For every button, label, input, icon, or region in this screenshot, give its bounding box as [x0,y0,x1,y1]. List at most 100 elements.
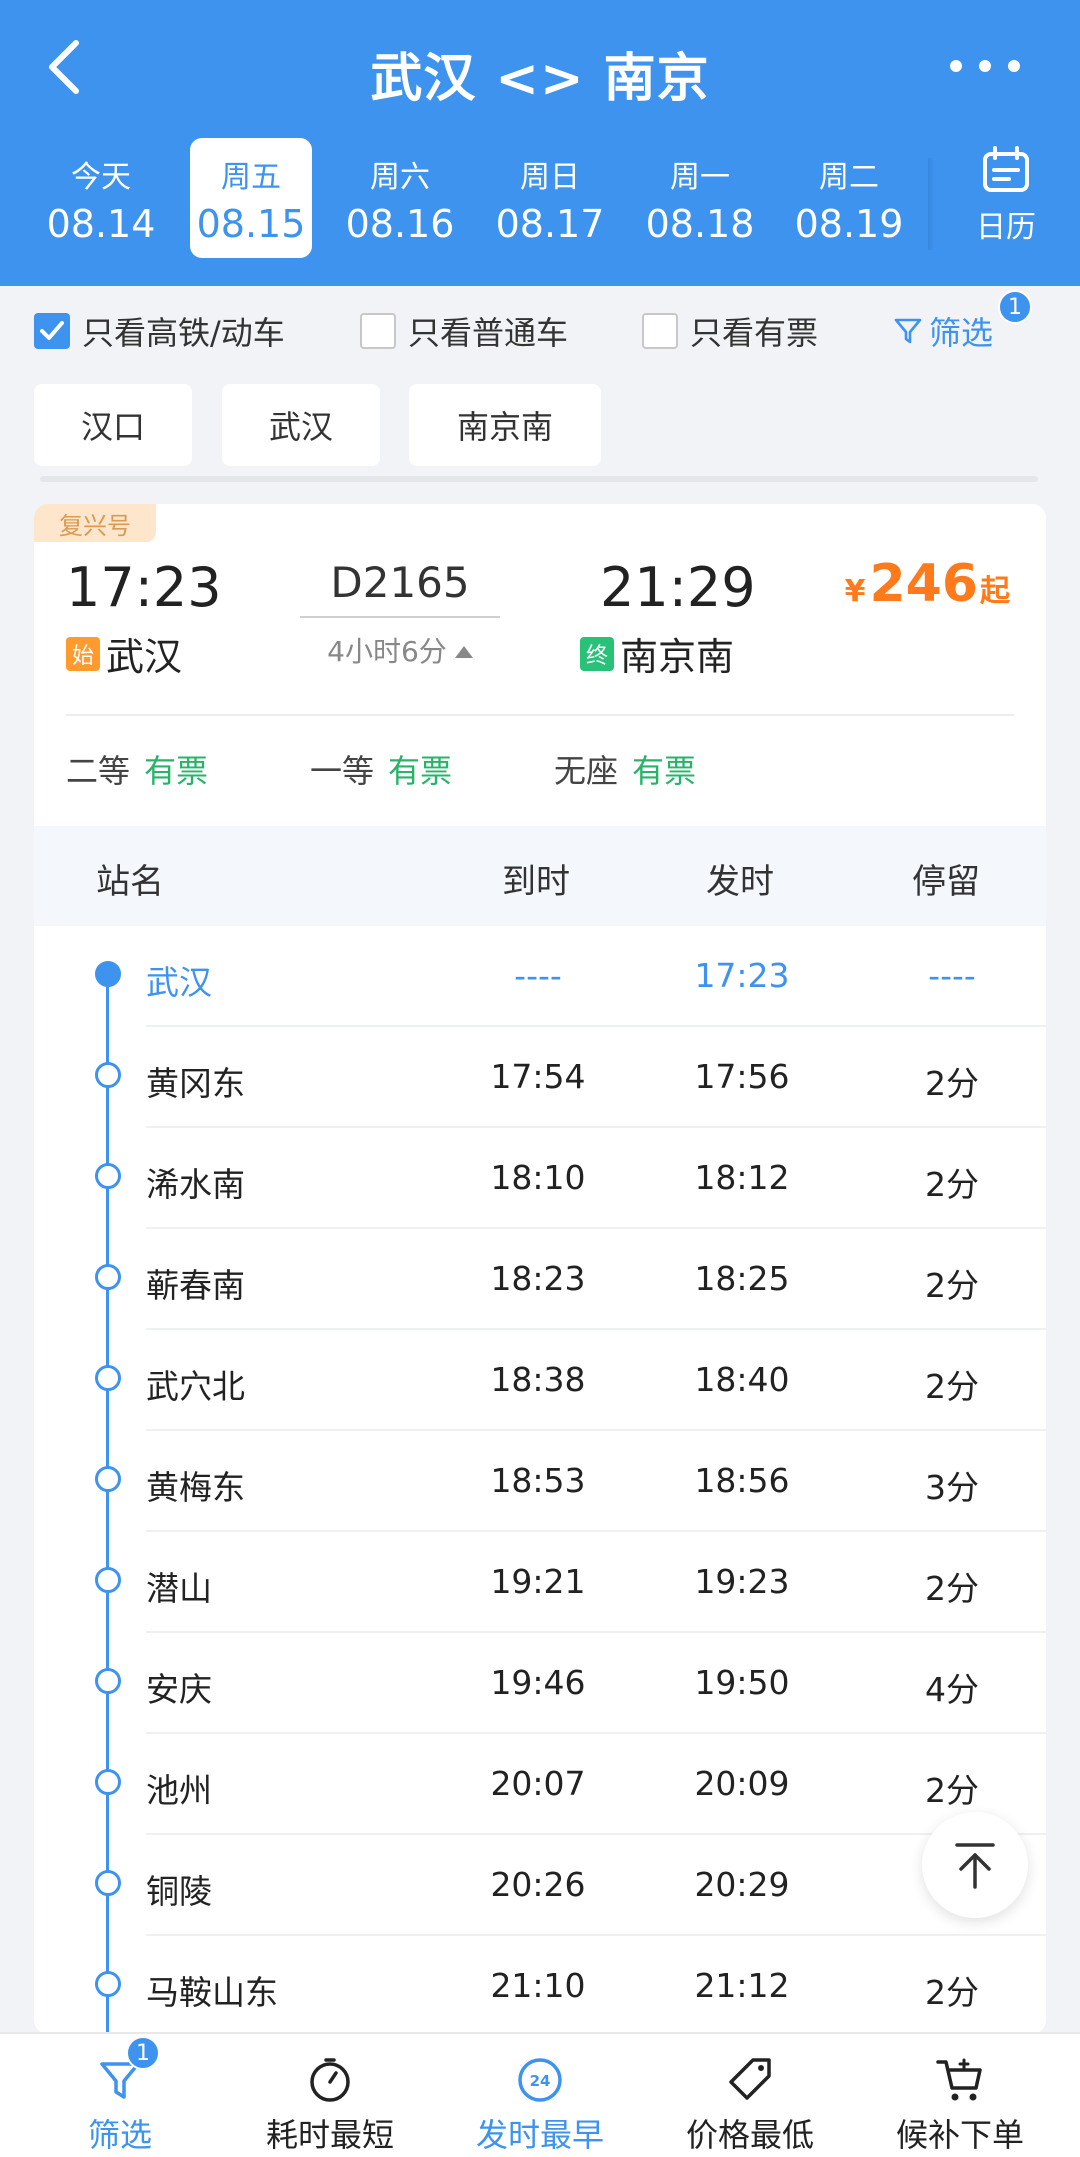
date-value: 08.19 [794,202,904,246]
more-button[interactable] [950,46,1020,86]
stop-depart: 18:56 [694,1461,790,1500]
arrival-time: 21:29 [600,556,756,619]
price-suffix: 起 [980,574,1010,609]
stop-depart: 19:50 [694,1663,790,1702]
stops-table-header: 站名 到时 发时 停留 [34,826,1046,926]
date-tab[interactable]: 周二 08.19 [788,138,910,258]
seat-class-name: 一等 [310,752,375,790]
stop-stay: 3分 [925,1468,979,1507]
tab-earliest-departure[interactable]: 24 发时最早 [432,2034,648,2157]
stop-depart: 20:09 [694,1764,790,1803]
stop-name: 武穴北 [146,1367,245,1406]
checkbox-unchecked[interactable] [360,313,396,349]
available-only-checkbox[interactable]: 只看有票 [642,308,818,354]
table-row: 池州 20:07 20:09 2分 [34,1734,1046,1835]
stop-arrive: 18:53 [490,1461,586,1500]
tab-icon-wrap [12,2054,228,2106]
column-header-stay: 停留 [912,862,980,902]
stop-dot-icon [95,1668,121,1694]
funnel-icon [894,318,922,344]
stop-name: 马鞍山东 [146,1973,278,2012]
table-row: 武汉 ---- 17:23 ---- [34,926,1046,1027]
stop-dot-icon [95,1870,121,1896]
seat-class: 无座 有票 [554,746,696,792]
station-chip[interactable]: 武汉 [222,384,380,466]
stop-arrive: 21:10 [490,1966,586,2005]
tab-filter[interactable]: 筛选 1 [12,2034,228,2157]
table-row: 铜陵 20:26 20:29 [34,1835,1046,1936]
tab-icon-wrap [222,2054,438,2106]
train-route-line [300,616,500,618]
stopwatch-icon [310,2058,350,2102]
stop-arrive: 20:07 [490,1764,586,1803]
triangle-up-icon [454,646,473,658]
clock-24-icon: 24 [518,2058,562,2102]
stop-name: 铜陵 [146,1872,212,1911]
stop-depart: 17:56 [694,1057,790,1096]
tab-waitlist-order[interactable]: 候补下单 [852,2034,1068,2157]
card-divider [66,714,1014,716]
duration-toggle[interactable]: 4小时6分 [300,630,500,670]
normal-train-checkbox[interactable]: 只看普通车 [360,308,568,354]
seat-status: 有票 [388,752,453,790]
stop-name: 浠水南 [146,1165,245,1204]
terminal-station: 终 南京南 [580,626,734,681]
filter-button[interactable]: 筛选 [893,308,993,354]
price-value: 246 [869,554,978,614]
high-speed-checkbox[interactable]: 只看高铁/动车 [34,308,285,354]
calendar-button[interactable]: 日历 [948,146,1064,256]
scroll-to-top-button[interactable] [922,1812,1028,1918]
stop-arrive: 19:46 [490,1663,586,1702]
filter-count-badge: 1 [126,2036,160,2070]
more-dot-icon [979,60,991,72]
filter-label: 筛选 [929,314,994,352]
origin-station: 始 武汉 [66,626,182,681]
checkbox-checked[interactable] [34,313,70,349]
train-card[interactable]: 复兴号 17:23 D2165 4小时6分 21:29 ¥ 246 起 始 武汉… [34,504,1046,2034]
stop-depart: 18:12 [694,1158,790,1197]
stop-arrive: 18:23 [490,1259,586,1298]
tab-lowest-price[interactable]: 价格最低 [642,2034,858,2157]
terminal-station-name: 南京南 [620,635,735,679]
stop-arrive: 18:10 [490,1158,586,1197]
start-mark: 始 [66,636,100,671]
stop-stay: 2分 [925,1771,979,1810]
table-row: 马鞍山东 21:10 21:12 2分 [34,1936,1046,2034]
stop-depart: 19:23 [694,1562,790,1601]
date-tab[interactable]: 周一 08.18 [639,138,761,258]
clock-24-text: 24 [530,2072,551,2090]
station-chip[interactable]: 南京南 [409,384,601,466]
stop-depart: 18:25 [694,1259,790,1298]
section-divider [40,476,1038,482]
stop-stay: 2分 [925,1165,979,1204]
origin-station-name: 武汉 [106,635,183,679]
checkbox-unchecked[interactable] [642,313,678,349]
calendar-icon [983,146,1029,192]
station-chip[interactable]: 汉口 [34,384,192,466]
stop-name: 黄冈东 [146,1064,245,1103]
date-weekday: 周六 [370,160,430,195]
seat-class-name: 无座 [554,752,619,790]
page-title: 武汉 <> 南京 [370,49,710,109]
tab-icon-wrap [852,2054,1068,2106]
date-tab-selected[interactable]: 周五 08.15 [190,138,312,258]
tab-shortest-duration[interactable]: 耗时最短 [222,2034,438,2157]
filter-row: 只看高铁/动车 只看普通车 只看有票 筛选 1 [0,286,1080,366]
date-tab[interactable]: 今天 08.14 [40,138,162,258]
date-tab[interactable]: 周日 08.17 [489,138,611,258]
seat-status: 有票 [144,752,209,790]
departure-time: 17:23 [66,556,222,619]
stop-dot-icon [95,1971,121,1997]
train-type-tag: 复兴号 [34,504,156,542]
cart-plus-icon [936,2058,982,2101]
stop-stay: 4分 [925,1670,979,1709]
tab-label: 耗时最短 [265,2116,394,2154]
date-value: 08.16 [345,202,455,246]
tab-label: 价格最低 [685,2116,814,2154]
stop-dot-icon [95,1365,121,1391]
stop-stay: 2分 [925,1064,979,1103]
column-header-station: 站名 [96,862,164,902]
date-tab[interactable]: 周六 08.16 [339,138,461,258]
stop-stay: 2分 [925,1569,979,1608]
stop-name: 蕲春南 [146,1266,245,1305]
